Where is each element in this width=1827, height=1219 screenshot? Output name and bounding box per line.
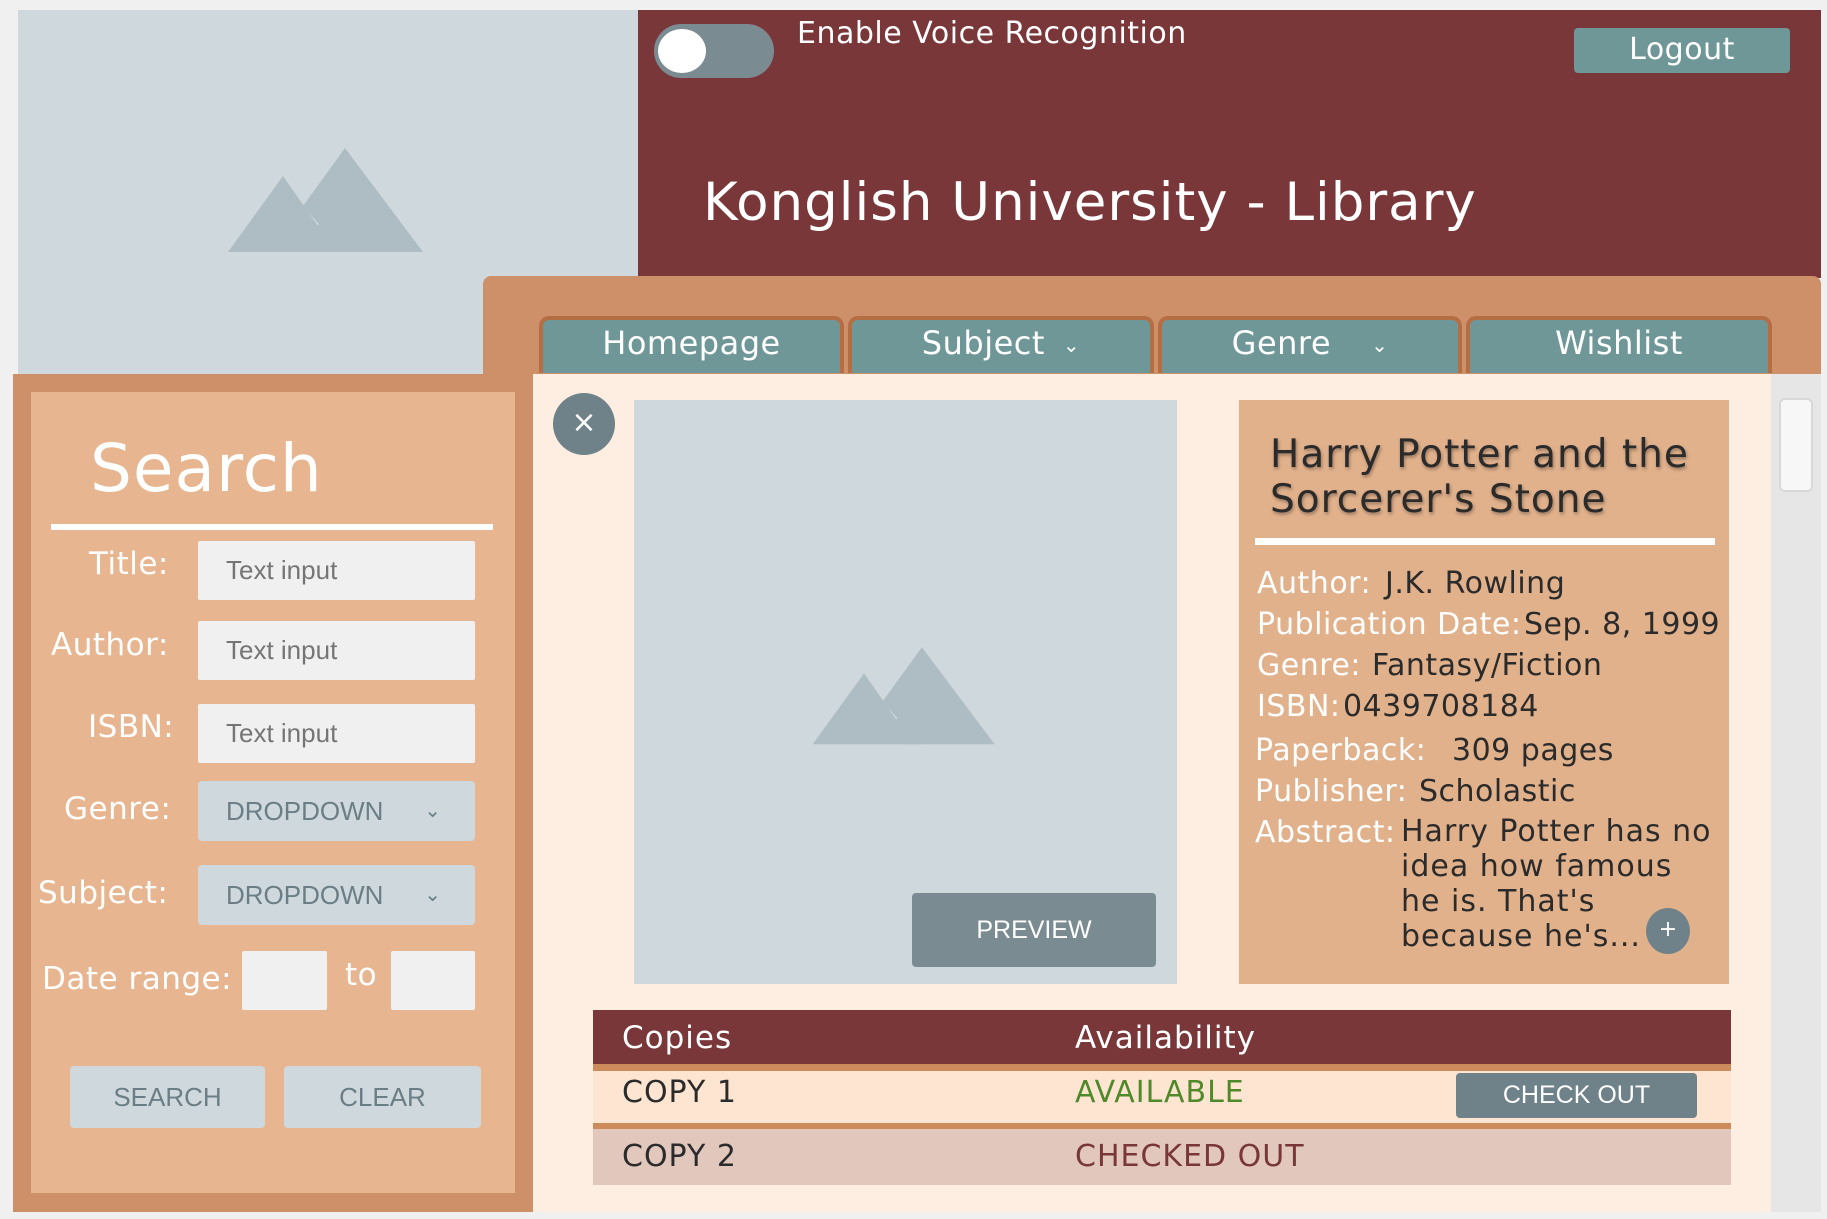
- subject-dropdown-value: DROPDOWN: [226, 880, 384, 910]
- expand-abstract-button[interactable]: +: [1646, 908, 1690, 954]
- toggle-knob[interactable]: [658, 29, 706, 73]
- isbn-input[interactable]: [198, 704, 475, 763]
- isbn-detail-label: ISBN:: [1257, 689, 1341, 724]
- tab-genre[interactable]: Genre ⌄: [1158, 316, 1462, 373]
- copy-1-label: COPY 1: [622, 1075, 737, 1110]
- check-out-button[interactable]: CHECK OUT: [1456, 1073, 1697, 1118]
- paperback-label: Paperback:: [1255, 733, 1427, 768]
- tab-subject[interactable]: Subject ⌄: [848, 316, 1154, 373]
- title-input[interactable]: [198, 541, 475, 600]
- author-value: J.K. Rowling: [1385, 566, 1566, 601]
- author-detail-label: Author:: [1257, 566, 1372, 601]
- genre-value: Fantasy/Fiction: [1372, 648, 1603, 683]
- row-separator: [593, 1064, 1731, 1071]
- image-placeholder-icon: [812, 647, 995, 745]
- copy-2-status: CHECKED OUT: [1075, 1139, 1305, 1174]
- subject-dropdown[interactable]: DROPDOWN ⌄: [198, 865, 475, 925]
- author-label: Author:: [51, 627, 169, 663]
- title-label: Title:: [89, 546, 169, 582]
- copy-2-label: COPY 2: [622, 1139, 737, 1174]
- voice-recognition-label: Enable Voice Recognition: [797, 16, 1187, 51]
- search-button[interactable]: SEARCH: [70, 1066, 265, 1128]
- search-heading: Search: [90, 430, 323, 507]
- image-placeholder-icon: [228, 148, 423, 252]
- publication-date-label: Publication Date:: [1257, 607, 1522, 642]
- abstract-label: Abstract:: [1255, 815, 1396, 850]
- genre-dropdown[interactable]: DROPDOWN ⌄: [198, 781, 475, 841]
- date-from-input[interactable]: [242, 951, 327, 1010]
- genre-dropdown-value: DROPDOWN: [226, 796, 384, 826]
- close-icon: ×: [571, 405, 597, 440]
- scrollbar-track[interactable]: [1771, 374, 1821, 1212]
- close-button[interactable]: ×: [553, 393, 615, 455]
- date-to-input[interactable]: [391, 951, 475, 1010]
- scrollbar-thumb[interactable]: [1779, 398, 1813, 492]
- pages-value: 309 pages: [1452, 733, 1614, 768]
- tab-label: Homepage: [602, 324, 781, 362]
- book-title: Harry Potter and the Sorcerer's Stone: [1270, 432, 1689, 522]
- divider: [51, 524, 493, 530]
- chevron-down-icon: ⌄: [424, 800, 441, 822]
- plus-icon: +: [1658, 917, 1678, 942]
- preview-button[interactable]: PREVIEW: [912, 893, 1156, 967]
- logout-button[interactable]: Logout: [1574, 28, 1790, 73]
- col-availability: Availability: [1075, 1020, 1256, 1056]
- isbn-label: ISBN:: [88, 709, 175, 745]
- tab-label: Genre: [1231, 324, 1332, 362]
- publication-date-value: Sep. 8, 1999: [1524, 607, 1721, 642]
- subject-label: Subject:: [38, 875, 169, 911]
- date-range-label: Date range:: [42, 961, 233, 997]
- tab-label: Subject: [921, 324, 1045, 362]
- tab-label: Wishlist: [1555, 324, 1683, 362]
- genre-detail-label: Genre:: [1257, 648, 1361, 683]
- genre-label: Genre:: [64, 791, 172, 827]
- isbn-value: 0439708184: [1343, 689, 1539, 724]
- date-to-label: to: [345, 957, 378, 993]
- chevron-down-icon: ⌄: [1062, 333, 1081, 357]
- author-input[interactable]: [198, 621, 475, 680]
- chevron-down-icon: ⌄: [1371, 333, 1389, 357]
- site-title: Konglish University - Library: [703, 172, 1477, 233]
- copy-1-status: AVAILABLE: [1075, 1075, 1245, 1110]
- chevron-down-icon: ⌄: [424, 884, 441, 906]
- tab-homepage[interactable]: Homepage: [539, 316, 844, 373]
- clear-button[interactable]: CLEAR: [284, 1066, 481, 1128]
- tab-wishlist[interactable]: Wishlist: [1466, 316, 1772, 373]
- publisher-value: Scholastic: [1419, 774, 1576, 809]
- divider: [1255, 538, 1715, 545]
- col-copies: Copies: [622, 1020, 733, 1056]
- publisher-label: Publisher:: [1255, 774, 1408, 809]
